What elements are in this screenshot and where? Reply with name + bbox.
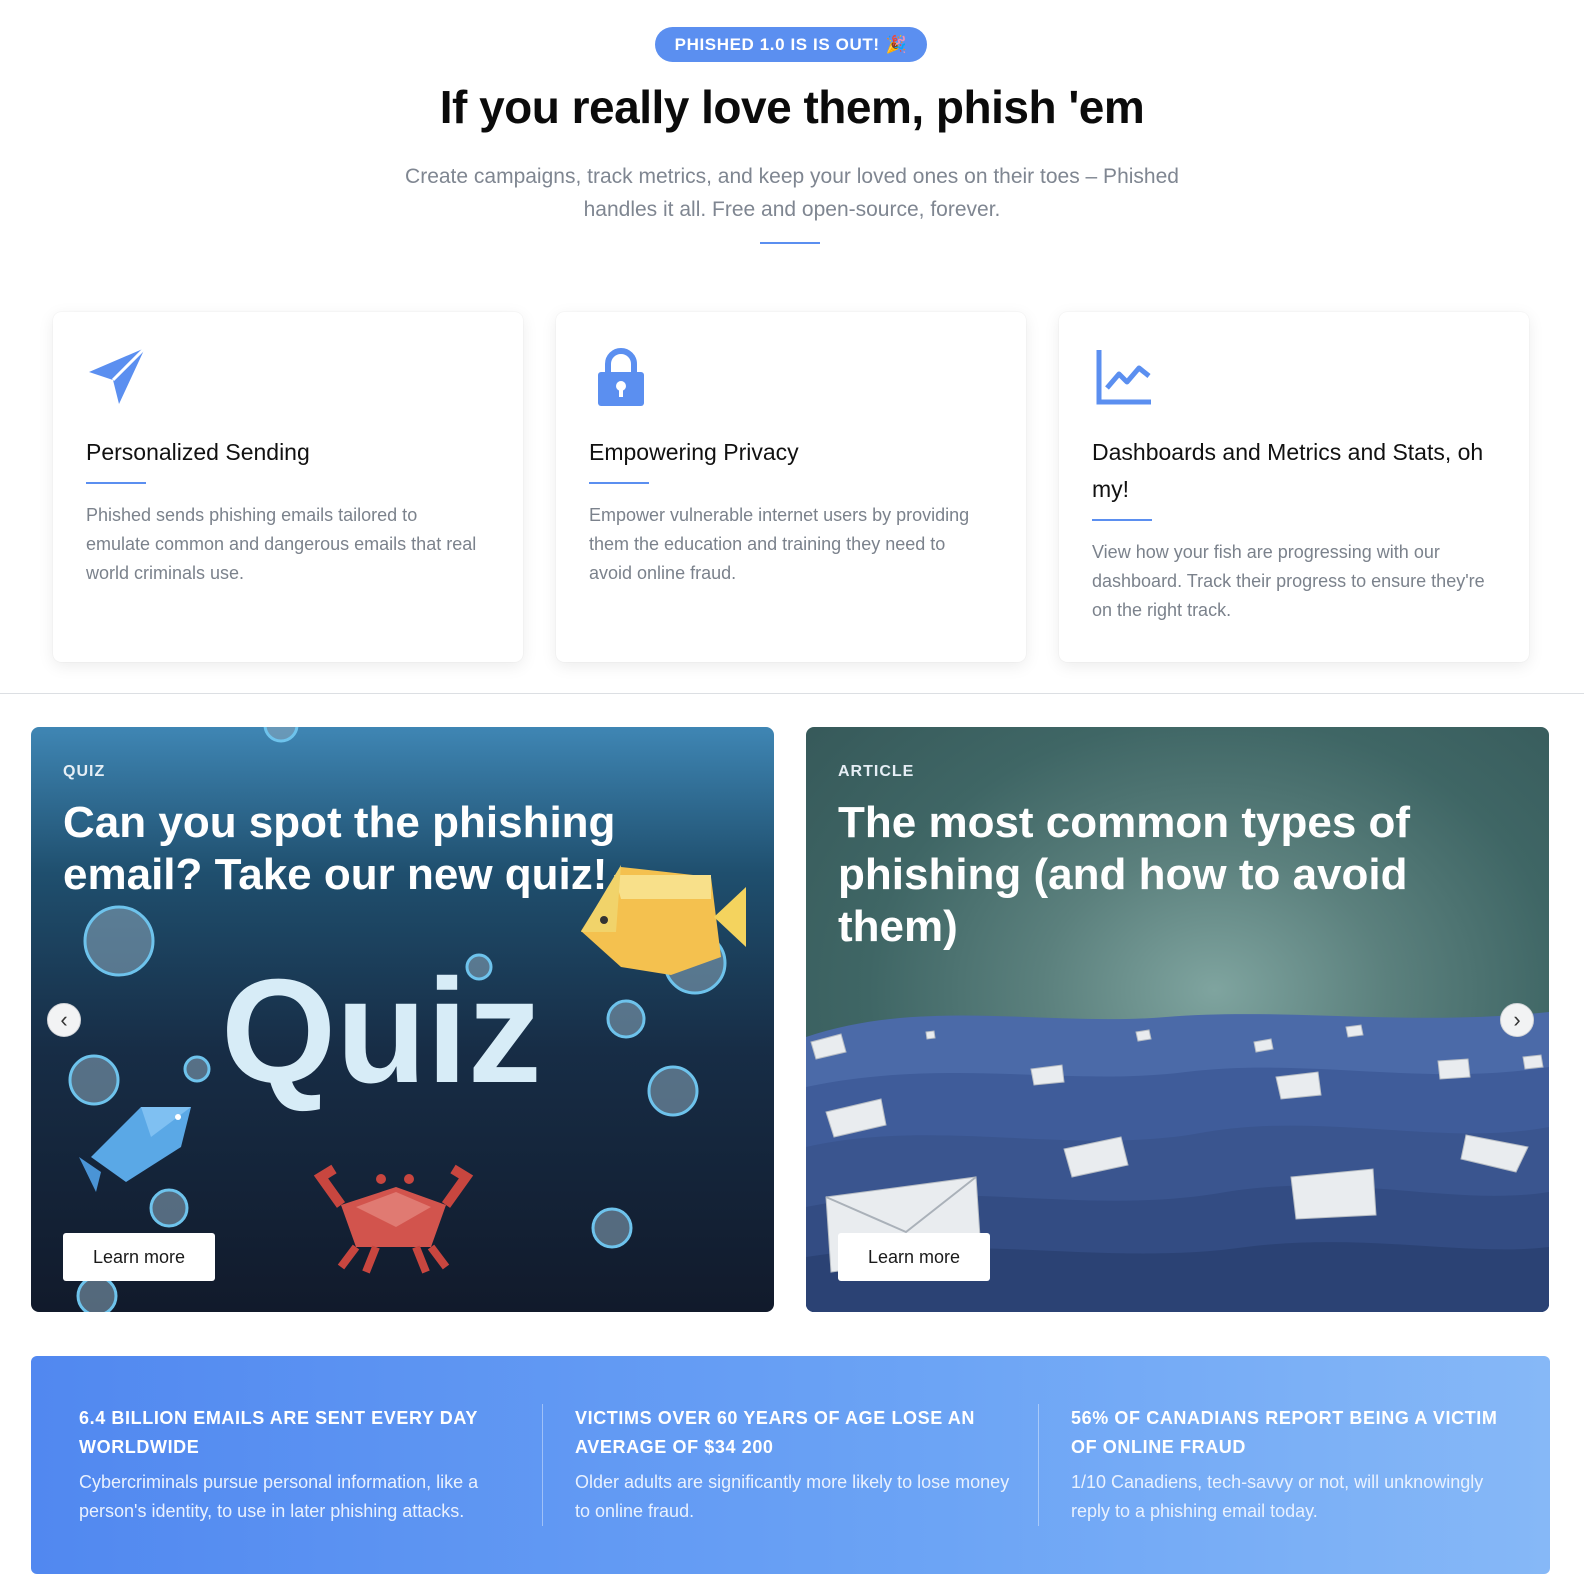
hero-section: PHISHED 1.0 IS IS OUT! 🎉 If you really l… — [0, 0, 1584, 260]
party-popper-icon: 🎉 — [885, 34, 908, 54]
feature-card-personalized-sending: Personalized Sending Phished sends phish… — [53, 312, 523, 662]
feature-description: View how your fish are progressing with … — [1092, 542, 1485, 620]
feature-divider — [1092, 519, 1152, 521]
stat-heading: 6.4 BILLION EMAILS ARE SENT EVERY DAY WO… — [79, 1408, 478, 1457]
promo-kicker: QUIZ — [63, 763, 106, 780]
stats-banner: 6.4 BILLION EMAILS ARE SENT EVERY DAY WO… — [31, 1356, 1550, 1574]
chevron-right-icon: › — [1513, 1007, 1521, 1032]
stat-heading: VICTIMS OVER 60 YEARS OF AGE LOSE AN AVE… — [575, 1408, 976, 1457]
learn-more-button[interactable]: Learn more — [838, 1233, 990, 1281]
feature-description: Empower vulnerable internet users by pro… — [589, 505, 970, 583]
feature-card-dashboards: Dashboards and Metrics and Stats, oh my!… — [1059, 312, 1529, 662]
release-badge[interactable]: PHISHED 1.0 IS IS OUT! 🎉 — [655, 27, 927, 62]
stat-heading: 56% OF CANADIANS REPORT BEING A VICTIM O… — [1071, 1408, 1498, 1457]
stat-victims-over-60: VICTIMS OVER 60 YEARS OF AGE LOSE AN AVE… — [575, 1404, 1015, 1526]
hero-title: If you really love them, phish 'em — [439, 81, 1145, 133]
stat-separator — [542, 1404, 543, 1526]
carousel-next-button[interactable]: › — [1500, 1003, 1534, 1037]
carousel-prev-button[interactable]: ‹ — [47, 1003, 81, 1037]
stat-text: Cybercriminals pursue personal informati… — [79, 1472, 479, 1521]
promo-kicker: ARTICLE — [838, 763, 915, 780]
hero-subtitle: Create campaigns, track metrics, and kee… — [405, 165, 1179, 221]
feature-title: Empowering Privacy — [589, 439, 799, 465]
promo-title: The most common types of phishing (and h… — [838, 798, 1411, 951]
release-badge-label: PHISHED 1.0 IS IS OUT! — [674, 34, 880, 54]
stat-text: Older adults are significantly more like… — [575, 1472, 1010, 1521]
feature-description: Phished sends phishing emails tailored t… — [86, 505, 477, 583]
promo-title: Can you spot the phishing email? Take ou… — [63, 798, 616, 899]
chevron-left-icon: ‹ — [60, 1007, 68, 1032]
stat-separator — [1038, 1404, 1039, 1526]
learn-more-button[interactable]: Learn more — [63, 1233, 215, 1281]
feature-title: Personalized Sending — [86, 439, 310, 465]
line-chart-icon — [1096, 350, 1151, 405]
feature-divider — [86, 482, 146, 484]
quiz-art-text: Quiz — [221, 949, 542, 1114]
crab-illustration — [313, 1164, 474, 1274]
stat-emails-per-day: 6.4 BILLION EMAILS ARE SENT EVERY DAY WO… — [79, 1404, 519, 1526]
stat-text: 1/10 Canadiens, tech-savvy or not, will … — [1071, 1472, 1484, 1521]
promo-card-quiz[interactable]: Quiz QUIZ Can you spot the phishing emai… — [31, 727, 774, 1312]
lock-icon — [598, 348, 644, 406]
blue-fish-illustration — [79, 1107, 191, 1192]
stat-canadians-victims: 56% OF CANADIANS REPORT BEING A VICTIM O… — [1071, 1404, 1511, 1526]
feature-divider — [589, 482, 649, 484]
hero-divider — [760, 242, 820, 244]
section-divider — [0, 693, 1584, 694]
promo-card-article[interactable]: ARTICLE The most common types of phishin… — [806, 727, 1549, 1312]
feature-card-empowering-privacy: Empowering Privacy Empower vulnerable in… — [556, 312, 1026, 662]
paper-plane-icon — [89, 346, 147, 404]
feature-title: Dashboards and Metrics and Stats, oh my! — [1092, 439, 1484, 502]
